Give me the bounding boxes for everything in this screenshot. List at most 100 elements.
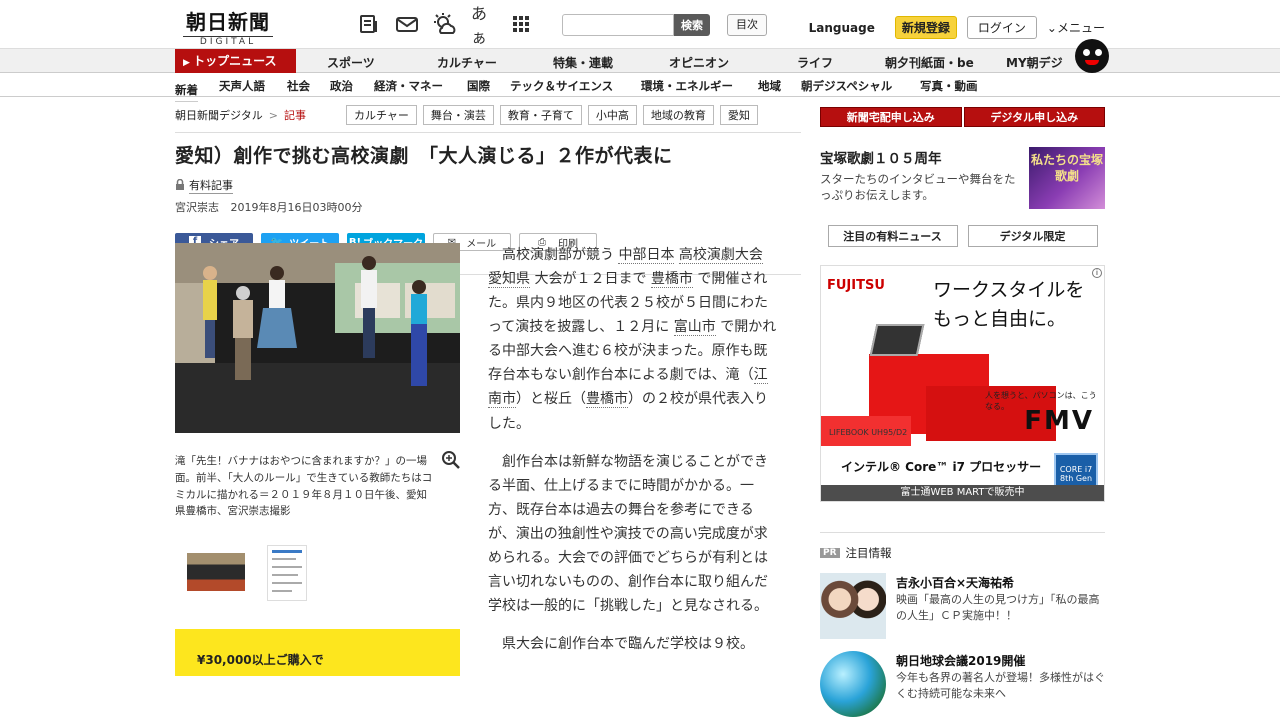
- paragraph-1: 高校演劇部が競う 中部日本 高校演劇大会 愛知県 大会が１２日まで 豊橋市 で開…: [488, 243, 778, 436]
- tag-aichi[interactable]: 愛知: [719, 105, 758, 125]
- pr-badge: PR: [820, 548, 840, 558]
- nav-environment[interactable]: 環境・エネルギー: [641, 78, 733, 94]
- sidebar: 新聞宅配申し込み デジタル申し込み 宝塚歌劇１０５周年 スターたちのインタビュー…: [820, 107, 1105, 723]
- article-photo[interactable]: [175, 243, 460, 433]
- logo-sub: DIGITAL: [183, 36, 273, 47]
- triangle-icon: ▶: [183, 58, 194, 68]
- search-box: 検索: [562, 14, 710, 36]
- laptop-image: [869, 324, 925, 356]
- nav-features[interactable]: 特集・連載: [553, 54, 613, 71]
- newspaper-icon[interactable]: [357, 12, 381, 36]
- link-toyohashi-2[interactable]: 豊橋市: [586, 391, 628, 409]
- nav-tenseijingo[interactable]: 天声人語: [219, 78, 265, 94]
- pr-item-image: [820, 573, 886, 639]
- paid-label-text: 有料記事: [189, 179, 233, 194]
- weather-icon[interactable]: [433, 12, 457, 36]
- nav-economy[interactable]: 経済・マネー: [374, 78, 443, 94]
- logo-main: 朝日新聞: [186, 10, 270, 34]
- digital-subscribe-button[interactable]: デジタル申し込み: [963, 107, 1105, 127]
- menu-button[interactable]: ⌄メニュー: [1047, 19, 1105, 36]
- byline: 宮沢崇志 2019年8月16日03時00分: [175, 199, 801, 215]
- nav-culture[interactable]: カルチャー: [437, 54, 497, 71]
- photo-thumbnails: [187, 545, 307, 601]
- nav-sports[interactable]: スポーツ: [327, 54, 375, 71]
- site-logo[interactable]: 朝日新聞 DIGITAL: [183, 6, 273, 47]
- main-content: 朝日新聞デジタル > 記事 カルチャー 舞台・演芸 教育・子育て 小中高 地域の…: [175, 97, 1105, 725]
- link-aichi[interactable]: 愛知県: [488, 271, 530, 289]
- nav-life[interactable]: ライフ: [797, 54, 833, 71]
- fujitsu-ad[interactable]: FUJITSU ワークスタイルを もっと自由に。 人を想うと、パソコンは、こうなる…: [820, 265, 1105, 502]
- takarazuka-feature[interactable]: 宝塚歌劇１０５周年 スターたちのインタビューや舞台をたっぷりお伝えします。 私た…: [820, 147, 1105, 209]
- tab-paid-news[interactable]: 注目の有料ニュース: [827, 225, 958, 247]
- newspaper-subscribe-button[interactable]: 新聞宅配申し込み: [820, 107, 962, 127]
- nav-top-news[interactable]: ▶ トップニュース: [175, 49, 296, 73]
- ad-model: LIFEBOOK UH95/D2: [829, 428, 908, 437]
- pr-item[interactable]: 吉永小百合×天海祐希 映画「最高の人生の見つけ方」「私の最高の人生」ＣＰ実施中！！: [820, 573, 1105, 645]
- ad-copy-2: もっと自由に。: [933, 307, 1067, 330]
- link-toyama[interactable]: 富山市: [673, 319, 716, 337]
- ad-shop-link: 富士通WEB MARTで販売中: [821, 485, 1104, 501]
- breadcrumb: 朝日新聞デジタル > 記事 カルチャー 舞台・演芸 教育・子育て 小中高 地域の…: [175, 100, 801, 130]
- takarazuka-image: 私たちの宝塚歌劇: [1029, 147, 1105, 209]
- grid-icon[interactable]: [509, 12, 533, 36]
- nav-opinion[interactable]: オピニオン: [669, 54, 729, 71]
- thumbnail-2[interactable]: [267, 545, 307, 601]
- secondary-nav-bar: 新着 天声人語 社会 政治 経済・マネー 国際 テック＆サイエンス 環境・エネル…: [0, 73, 1280, 102]
- p1-text-4: 大会が１２日まで: [534, 271, 651, 288]
- pr-item[interactable]: 朝日地球会議2019開催 今年も各界の著名人が登場！多様性がはぐくむ持続可能な未来…: [820, 651, 1105, 723]
- chevron-down-icon: ⌄: [1046, 21, 1057, 35]
- nav-politics[interactable]: 政治: [330, 78, 353, 94]
- nav-my-asadigi[interactable]: MY朝デジ: [1006, 54, 1063, 71]
- nav-special[interactable]: 朝デジスペシャル: [801, 78, 892, 94]
- tag-education[interactable]: 教育・子育て: [499, 105, 582, 125]
- ad-cpu: インテル® Core™ i7 プロセッサー: [841, 460, 1042, 474]
- pr-section-header: PR 注目情報: [820, 532, 1105, 561]
- pr-item-text: 朝日地球会議2019開催 今年も各界の著名人が登場！多様性がはぐくむ持続可能な未来…: [896, 653, 1105, 702]
- promo-text: ¥30,000以上ご購入で: [197, 653, 324, 667]
- paragraph-3: 県大会に創作台本で臨んだ学校は９校。: [502, 636, 754, 653]
- pr-item-title: 朝日地球会議2019開催: [896, 654, 1026, 668]
- register-button[interactable]: 新規登録: [894, 16, 957, 39]
- link-toyohashi[interactable]: 豊橋市: [650, 271, 693, 289]
- search-input[interactable]: [562, 14, 674, 36]
- nav-newspaper[interactable]: 朝夕刊紙面・be: [885, 54, 974, 71]
- mail-icon[interactable]: [395, 12, 419, 36]
- tag-local-education[interactable]: 地域の教育: [642, 105, 714, 125]
- tag-stage[interactable]: 舞台・演芸: [422, 105, 494, 125]
- tag-culture[interactable]: カルチャー: [346, 105, 417, 125]
- login-button[interactable]: ログイン: [966, 16, 1037, 39]
- author: 宮沢崇志: [175, 201, 219, 214]
- tag-list: カルチャー 舞台・演芸 教育・子育て 小中高 地域の教育 愛知: [346, 105, 758, 125]
- nav-region[interactable]: 地域: [758, 78, 781, 94]
- takarazuka-desc: スターたちのインタビューや舞台をたっぷりお伝えします。: [820, 172, 1016, 203]
- font-size-icon[interactable]: あぁ: [471, 4, 495, 47]
- nav-top-news-label: トップニュース: [193, 54, 277, 68]
- promo-banner[interactable]: ¥30,000以上ご購入で: [175, 629, 460, 676]
- sidebar-tabs: 注目の有料ニュース デジタル限定: [820, 225, 1105, 247]
- p1-text-0: 高校演劇部が競う: [502, 247, 619, 263]
- article-body: 高校演劇部が競う 中部日本 高校演劇大会 愛知県 大会が１２日まで 豊橋市 で開…: [488, 243, 778, 670]
- search-button[interactable]: 検索: [674, 14, 710, 36]
- ad-copy: ワークスタイルを もっと自由に。: [933, 276, 1084, 333]
- language-link[interactable]: Language: [809, 21, 875, 35]
- zoom-icon[interactable]: [441, 450, 461, 474]
- ad-info-icon[interactable]: i: [1092, 268, 1102, 278]
- nav-tech[interactable]: テック＆サイエンス: [510, 78, 613, 94]
- nav-photo-video[interactable]: 写真・動画: [920, 78, 978, 94]
- article-headline: 愛知）創作で挑む高校演劇 「大人演じる」２作が代表に: [175, 145, 673, 167]
- breadcrumb-home[interactable]: 朝日新聞デジタル: [175, 107, 263, 123]
- link-chubu-nihon[interactable]: 中部日本: [618, 247, 675, 264]
- contents-button[interactable]: 目次: [727, 14, 767, 36]
- mascot-icon[interactable]: [1075, 39, 1109, 73]
- link-koko-engeki[interactable]: 高校演劇大会: [678, 247, 763, 264]
- site-header: 朝日新聞 DIGITAL あぁ 検索 目次 Language 新規登録 ログイン…: [175, 0, 1105, 48]
- lock-icon: [175, 178, 185, 193]
- thumbnail-1[interactable]: [187, 553, 245, 591]
- tab-digital-only[interactable]: デジタル限定: [967, 225, 1098, 247]
- pr-item-text: 吉永小百合×天海祐希 映画「最高の人生の見つけ方」「私の最高の人生」ＣＰ実施中！！: [896, 575, 1105, 624]
- secondary-nav: 新着 天声人語 社会 政治 経済・マネー 国際 テック＆サイエンス 環境・エネル…: [175, 73, 1105, 102]
- fmv-logo: FMV: [1024, 406, 1094, 436]
- nav-society[interactable]: 社会: [287, 78, 310, 94]
- nav-international[interactable]: 国際: [467, 78, 490, 94]
- tag-school[interactable]: 小中高: [587, 105, 637, 125]
